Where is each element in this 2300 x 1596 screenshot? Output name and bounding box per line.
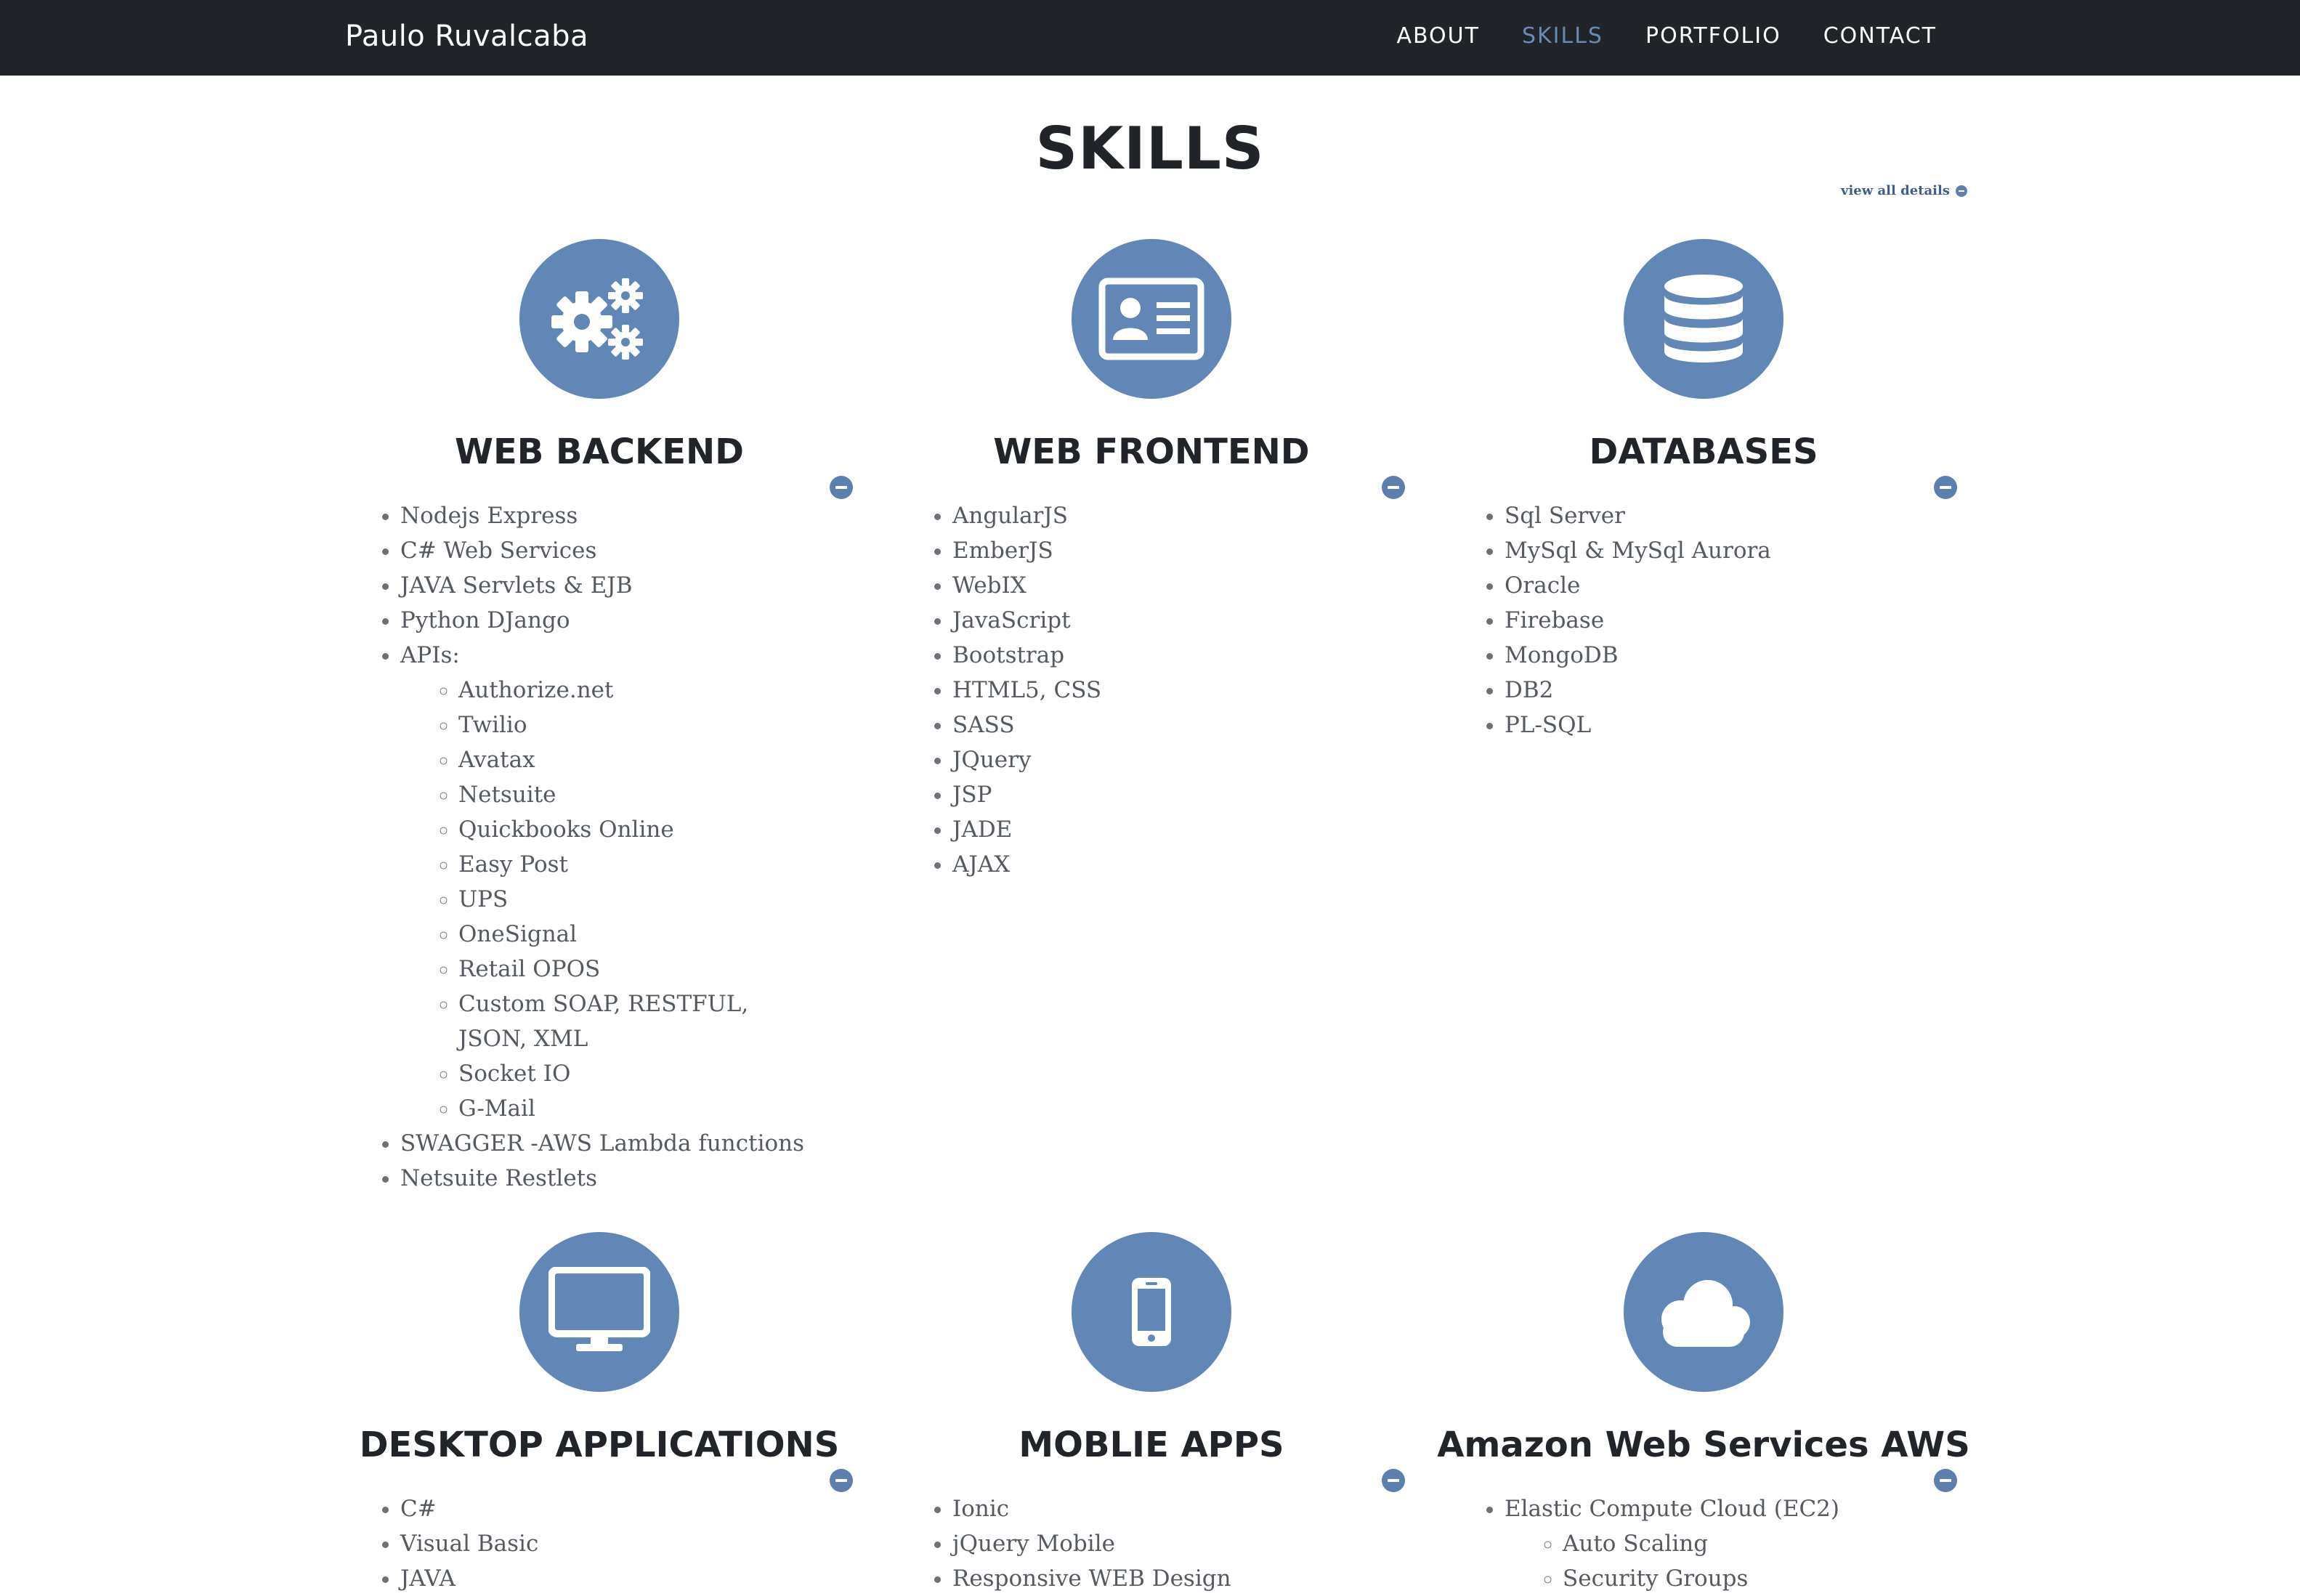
skill-section-mobile-apps: MOBLIE APPS Ionic jQuery Mobile Responsi…: [875, 0, 1428, 1592]
cloud-icon: [1624, 1232, 1783, 1392]
collapse-toggle-icon[interactable]: [1934, 1469, 1957, 1492]
list-item: JAVA: [400, 1561, 851, 1596]
skill-list: Elastic Compute Cloud (EC2) Auto Scaling…: [1478, 1491, 1955, 1596]
sub-list: Auto Scaling Security Groups: [1505, 1526, 1955, 1596]
list-item: C#: [400, 1491, 851, 1526]
collapse-toggle-icon[interactable]: [1382, 1469, 1405, 1492]
sub-list-item: Auto Scaling: [1563, 1526, 1955, 1561]
mobile-phone-icon: [1072, 1232, 1231, 1392]
section-title: Amazon Web Services AWS: [1437, 1425, 1970, 1465]
desktop-icon: [519, 1232, 679, 1392]
list-item: Elastic Compute Cloud (EC2) Auto Scaling…: [1505, 1491, 1955, 1596]
list-item: Visual Basic: [400, 1526, 851, 1561]
sub-list-item: Security Groups: [1563, 1561, 1955, 1596]
collapse-toggle-icon[interactable]: [830, 1469, 853, 1492]
skill-list: Ionic jQuery Mobile Responsive WEB Desig…: [926, 1491, 1403, 1596]
section-title: DESKTOP APPLICATIONS: [359, 1425, 840, 1465]
list-item: Ionic: [952, 1491, 1403, 1526]
list-item: jQuery Mobile: [952, 1526, 1403, 1561]
skill-section-desktop-applications: DESKTOP APPLICATIONS C# Visual Basic JAV…: [323, 0, 875, 1592]
skill-list: C# Visual Basic JAVA: [374, 1491, 851, 1596]
skill-section-aws: Amazon Web Services AWS Elastic Compute …: [1428, 0, 1980, 1592]
list-item: Responsive WEB Design: [952, 1561, 1403, 1596]
list-item-label: Elastic Compute Cloud (EC2): [1505, 1496, 1839, 1522]
section-title: MOBLIE APPS: [1019, 1425, 1284, 1465]
